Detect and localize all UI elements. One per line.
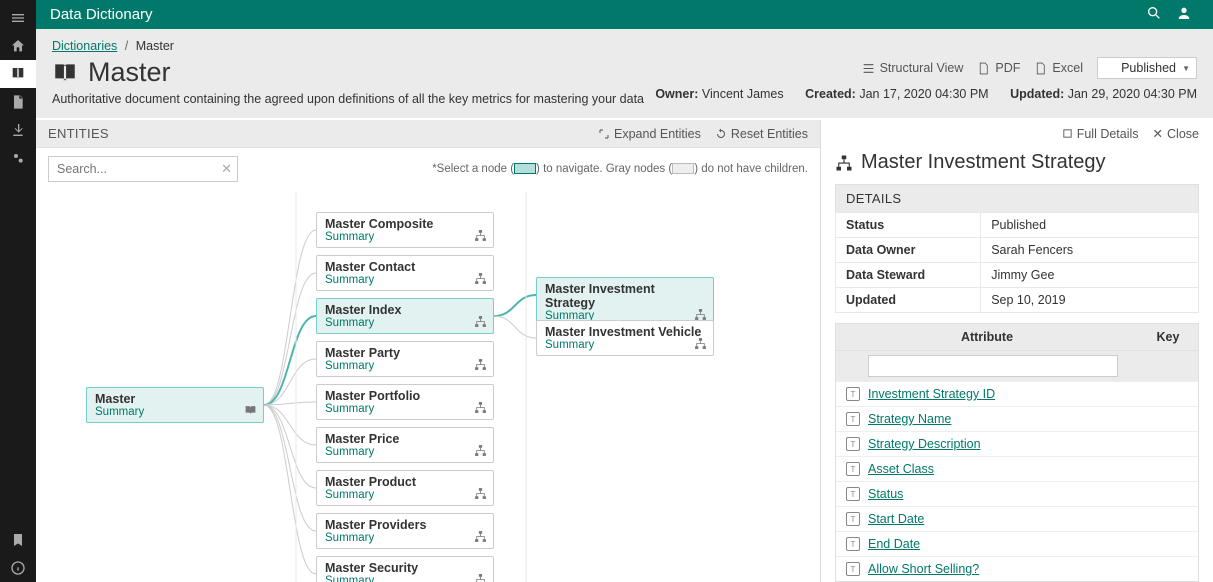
clear-search-icon[interactable]: ✕ xyxy=(221,161,232,177)
detail-row: Data OwnerSarah Fencers xyxy=(836,238,1199,263)
user-icon[interactable] xyxy=(1169,5,1199,24)
tree-node[interactable]: Master SecuritySummary xyxy=(316,556,494,582)
tree-node[interactable]: MasterSummary xyxy=(86,387,264,423)
attribute-row: T Asset Class xyxy=(836,457,1198,482)
attribute-row: T Strategy Description xyxy=(836,432,1198,457)
type-icon: T xyxy=(846,512,860,526)
attribute-link[interactable]: Status xyxy=(868,487,903,501)
tree-node[interactable]: Master CompositeSummary xyxy=(316,212,494,248)
summary-link[interactable]: Summary xyxy=(545,339,705,351)
summary-link[interactable]: Summary xyxy=(325,575,485,582)
gears-icon[interactable] xyxy=(0,144,36,172)
attributes-table: Attribute Key TInvestment Strategy IDTSt… xyxy=(835,323,1199,582)
detail-panel: Full Details ✕ Close Master Investment S… xyxy=(821,120,1213,582)
breadcrumb-root[interactable]: Dictionaries xyxy=(52,39,117,53)
topbar: Data Dictionary xyxy=(36,0,1213,29)
meta-row: Owner: Vincent James Created: Jan 17, 20… xyxy=(655,87,1197,101)
full-details-button[interactable]: Full Details xyxy=(1062,126,1139,141)
app-title: Data Dictionary xyxy=(50,6,1139,23)
tree-node[interactable]: Master IndexSummary xyxy=(316,298,494,334)
tree-node[interactable]: Master ProvidersSummary xyxy=(316,513,494,549)
page-header: Dictionaries / Master Master Authoritati… xyxy=(36,29,1213,118)
page-title: Master xyxy=(52,57,655,88)
attribute-link[interactable]: Strategy Name xyxy=(868,412,951,426)
entities-panel: ENTITIES Expand Entities Reset Entities … xyxy=(36,120,821,582)
page-description: Authoritative document containing the ag… xyxy=(52,92,655,106)
close-button[interactable]: ✕ Close xyxy=(1153,126,1199,141)
search-icon[interactable] xyxy=(1139,5,1169,24)
attribute-row: T End Date xyxy=(836,532,1198,557)
book-icon[interactable] xyxy=(0,60,36,88)
left-rail xyxy=(0,0,36,582)
detail-title: Master Investment Strategy xyxy=(821,147,1213,184)
type-icon: T xyxy=(846,487,860,501)
attribute-link[interactable]: Strategy Description xyxy=(868,437,981,451)
menu-icon[interactable] xyxy=(0,4,36,32)
download-icon[interactable] xyxy=(0,116,36,144)
entities-title: ENTITIES xyxy=(48,126,584,141)
tree-node[interactable]: Master PortfolioSummary xyxy=(316,384,494,420)
attribute-link[interactable]: Allow Short Selling? xyxy=(868,562,979,576)
type-icon: T xyxy=(846,462,860,476)
tree-node[interactable]: Master ContactSummary xyxy=(316,255,494,291)
type-icon: T xyxy=(846,387,860,401)
reset-entities-button[interactable]: Reset Entities xyxy=(715,127,808,141)
type-icon: T xyxy=(846,537,860,551)
structural-view-button[interactable]: Structural View xyxy=(862,61,964,75)
details-table: DETAILS StatusPublishedData OwnerSarah F… xyxy=(835,184,1199,313)
detail-row: StatusPublished xyxy=(836,213,1199,238)
pdf-button[interactable]: PDF xyxy=(977,61,1020,75)
excel-button[interactable]: Excel xyxy=(1034,61,1083,75)
attribute-filter-input[interactable] xyxy=(868,355,1118,377)
tree-node[interactable]: Master ProductSummary xyxy=(316,470,494,506)
attribute-link[interactable]: Investment Strategy ID xyxy=(868,387,995,401)
attribute-link[interactable]: End Date xyxy=(868,537,920,551)
type-icon: T xyxy=(846,412,860,426)
attribute-link[interactable]: Asset Class xyxy=(868,462,934,476)
summary-link[interactable]: Summary xyxy=(325,317,485,329)
summary-link[interactable]: Summary xyxy=(95,406,255,418)
detail-row: UpdatedSep 10, 2019 xyxy=(836,288,1199,313)
summary-link[interactable]: Summary xyxy=(325,403,485,415)
bookmark-icon[interactable] xyxy=(0,526,36,554)
summary-link[interactable]: Summary xyxy=(325,489,485,501)
document-icon[interactable] xyxy=(0,88,36,116)
tree-node[interactable]: Master PartySummary xyxy=(316,341,494,377)
tree-node[interactable]: Master Investment VehicleSummary xyxy=(536,320,714,356)
home-icon[interactable] xyxy=(0,32,36,60)
summary-link[interactable]: Summary xyxy=(325,231,485,243)
attribute-row: T Start Date xyxy=(836,507,1198,532)
type-icon: T xyxy=(846,562,860,576)
attribute-row: T Allow Short Selling? xyxy=(836,557,1198,581)
detail-row: Data StewardJimmy Gee xyxy=(836,263,1199,288)
attribute-row: T Strategy Name xyxy=(836,407,1198,432)
publish-state-select[interactable]: Published xyxy=(1097,57,1197,79)
breadcrumb-current: Master xyxy=(136,39,174,53)
entity-search-input[interactable] xyxy=(48,156,238,182)
attribute-link[interactable]: Start Date xyxy=(868,512,924,526)
summary-link[interactable]: Summary xyxy=(325,274,485,286)
breadcrumb: Dictionaries / Master xyxy=(52,39,1197,53)
expand-entities-button[interactable]: Expand Entities xyxy=(598,127,701,141)
summary-link[interactable]: Summary xyxy=(325,532,485,544)
info-icon[interactable] xyxy=(0,554,36,582)
summary-link[interactable]: Summary xyxy=(325,446,485,458)
summary-link[interactable]: Summary xyxy=(325,360,485,372)
attribute-row: T Investment Strategy ID xyxy=(836,382,1198,407)
entity-tree[interactable]: MasterSummary Master CompositeSummary Mast… xyxy=(36,182,820,582)
attribute-row: T Status xyxy=(836,482,1198,507)
tree-node[interactable]: Master PriceSummary xyxy=(316,427,494,463)
type-icon: T xyxy=(846,437,860,451)
tree-hint: *Select a node () to navigate. Gray node… xyxy=(248,163,808,175)
